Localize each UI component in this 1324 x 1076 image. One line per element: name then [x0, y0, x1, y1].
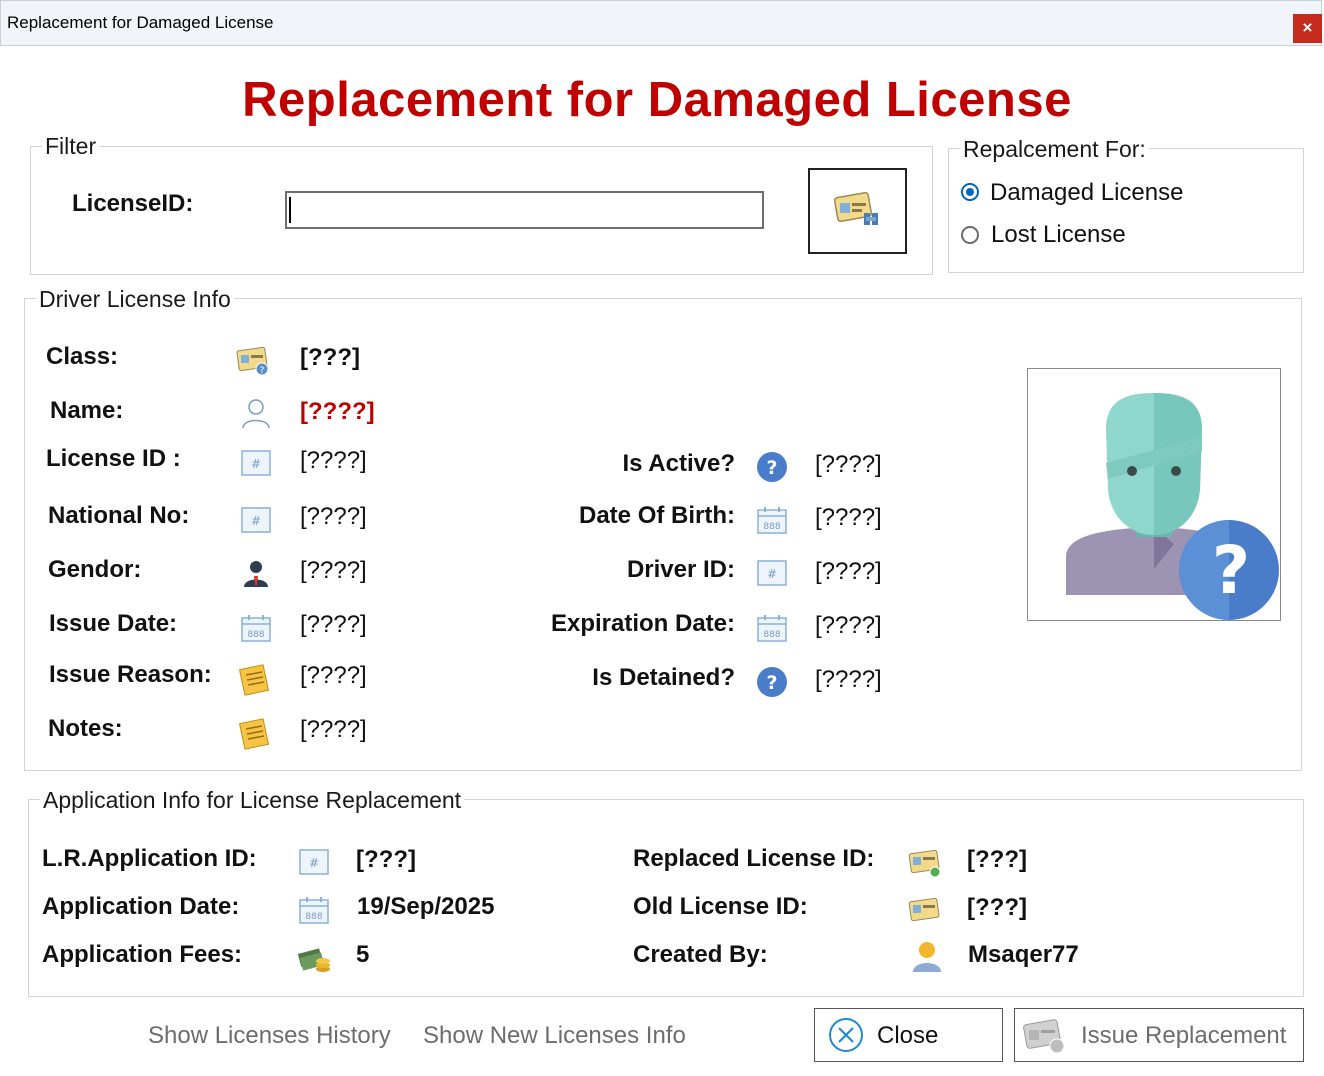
damaged-license-radio-label[interactable]: Damaged License: [990, 179, 1183, 207]
old-license-id-label: Old License ID:: [633, 893, 808, 920]
text-caret: [289, 197, 291, 223]
license-id-input[interactable]: [285, 191, 764, 229]
gender-person-icon: [244, 561, 268, 587]
replacement-for-legend: Repalcement For:: [960, 136, 1149, 163]
date-of-birth-value: [????]: [815, 504, 882, 531]
license-id-info-label: License ID :: [46, 445, 181, 472]
question-circle-icon: ?: [757, 452, 787, 482]
damaged-license-radio[interactable]: [961, 183, 979, 201]
svg-text:?: ?: [1212, 532, 1250, 609]
application-date-label: Application Date:: [42, 893, 240, 920]
name-value: [????]: [300, 398, 375, 425]
svg-text:?: ?: [260, 366, 265, 376]
question-circle-icon: ?: [757, 667, 787, 697]
svg-text:?: ?: [766, 672, 777, 694]
close-circle-icon: [829, 1018, 863, 1052]
svg-text:888: 888: [763, 522, 780, 532]
show-licenses-history-link[interactable]: Show Licenses History: [148, 1022, 391, 1050]
license-card-new-icon: [908, 849, 941, 878]
application-fees-label: Application Fees:: [42, 941, 243, 968]
svg-text:888: 888: [763, 630, 780, 640]
license-id-label: LicenseID:: [72, 190, 194, 217]
calendar-icon: 888: [241, 615, 271, 642]
svg-text:#: #: [309, 856, 319, 870]
notepad-icon: [238, 664, 270, 696]
expiration-date-value: [????]: [815, 612, 882, 639]
lr-application-id-value: [???]: [356, 846, 416, 873]
issue-replacement-button-label: Issue Replacement: [1081, 1022, 1287, 1049]
old-license-id-value: [???]: [967, 894, 1027, 921]
driver-license-info-legend: Driver License Info: [36, 286, 234, 313]
application-fees-value: 5: [356, 941, 370, 968]
user-avatar-icon: [913, 942, 941, 972]
gender-value: [????]: [300, 557, 367, 584]
created-by-value: Msaqer77: [968, 941, 1079, 968]
driver-id-label: Driver ID:: [626, 556, 735, 583]
id-number-icon: #: [757, 560, 787, 586]
lost-license-radio[interactable]: [961, 226, 979, 244]
calendar-icon: 888: [757, 507, 787, 534]
license-id-value: [????]: [300, 447, 367, 474]
driver-id-value: [????]: [815, 558, 882, 585]
license-card-disabled-icon: [1023, 1019, 1065, 1054]
driver-photo: ?: [1027, 368, 1281, 621]
id-number-icon: #: [241, 507, 271, 533]
replacement-for-group: [948, 148, 1304, 273]
replaced-license-id-label: Replaced License ID:: [633, 845, 875, 872]
license-card-search-icon: [834, 191, 878, 225]
lr-application-id-label: L.R.Application ID:: [42, 845, 257, 872]
national-no-label: National No:: [48, 502, 190, 529]
svg-text:#: #: [251, 514, 261, 528]
notes-value: [????]: [300, 716, 367, 743]
svg-text:#: #: [767, 567, 777, 581]
national-no-value: [????]: [300, 503, 367, 530]
lost-license-radio-label[interactable]: Lost License: [991, 221, 1126, 249]
license-class-icon: ?: [236, 346, 269, 376]
issue-reason-label: Issue Reason:: [49, 661, 212, 688]
calendar-icon: 888: [757, 615, 787, 642]
id-number-icon: #: [299, 849, 329, 875]
calendar-icon: 888: [299, 897, 329, 924]
license-card-icon: [908, 897, 940, 922]
replaced-license-id-value: [???]: [967, 846, 1027, 873]
id-number-icon: #: [241, 450, 271, 476]
issue-date-value: [????]: [300, 611, 367, 638]
money-coins-icon: [297, 948, 330, 972]
is-detained-value: [????]: [815, 666, 882, 693]
is-detained-label: Is Detained?: [592, 664, 735, 691]
issue-date-label: Issue Date:: [49, 610, 178, 637]
issue-replacement-button[interactable]: Issue Replacement: [1014, 1008, 1304, 1062]
filter-legend: Filter: [42, 133, 100, 160]
close-button-label: Close: [877, 1022, 939, 1049]
close-button[interactable]: Close: [814, 1008, 1003, 1062]
svg-text:?: ?: [766, 457, 777, 479]
unknown-person-photo-icon: ?: [1066, 393, 1279, 620]
person-outline-icon: [242, 399, 270, 429]
gender-label: Gendor:: [48, 556, 142, 583]
svg-text:888: 888: [247, 630, 264, 640]
window-close-button[interactable]: ×: [1293, 14, 1322, 43]
class-label: Class:: [46, 343, 119, 370]
name-label: Name:: [50, 397, 124, 424]
page-title: Replacement for Damaged License: [242, 73, 1072, 127]
issue-reason-value: [????]: [300, 662, 367, 689]
created-by-label: Created By:: [633, 941, 768, 968]
is-active-label: Is Active?: [622, 450, 736, 477]
is-active-value: [????]: [815, 451, 882, 478]
window-title: Replacement for Damaged License: [7, 13, 274, 32]
show-new-license-info-link[interactable]: Show New Licenses Info: [423, 1022, 686, 1050]
notes-label: Notes:: [48, 715, 123, 742]
license-search-button[interactable]: [808, 168, 907, 254]
svg-text:888: 888: [305, 912, 322, 922]
class-value: [???]: [300, 344, 360, 371]
date-of-birth-label: Date Of Birth:: [579, 502, 735, 529]
notepad-icon: [238, 718, 270, 750]
application-info-legend: Application Info for License Replacement: [40, 787, 465, 814]
application-date-value: 19/Sep/2025: [357, 893, 495, 920]
svg-text:#: #: [251, 457, 261, 471]
expiration-date-label: Expiration Date:: [550, 610, 735, 637]
